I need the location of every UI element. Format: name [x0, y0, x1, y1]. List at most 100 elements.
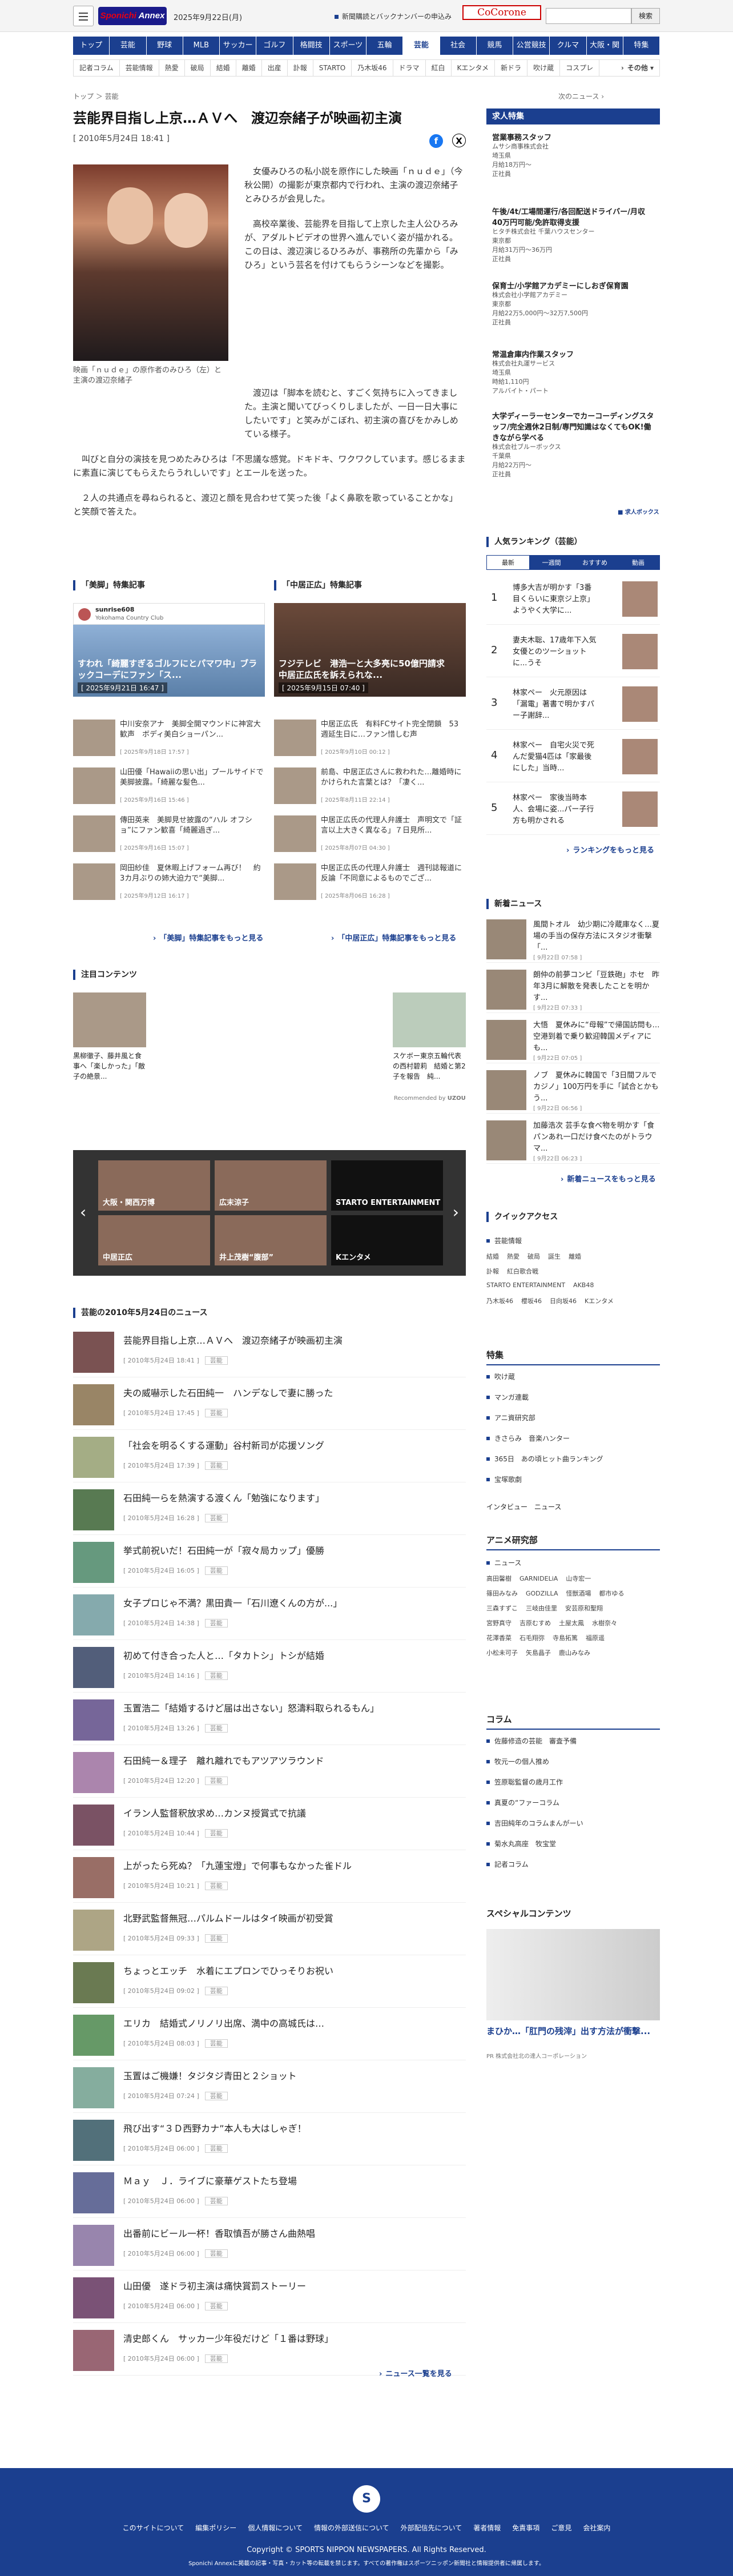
footer-logo[interactable]: S — [353, 2485, 380, 2513]
subnav-item[interactable]: 記者コラム — [74, 60, 120, 76]
facebook-icon[interactable]: f — [429, 134, 443, 148]
tag-link[interactable]: GARNIDELiA — [519, 1575, 558, 1582]
news-tag[interactable]: 芸能 — [204, 1987, 228, 1995]
ranking-item[interactable]: 5 林家ペー 家後当時本人、会場に姿...パー子行方も明かされる — [486, 787, 660, 835]
news-tag[interactable]: 芸能 — [204, 2302, 228, 2310]
news-row[interactable]: 出番前にビール一杯！香取慎吾が勝さん曲熱唱 [ 2010年5月24日 06:00 … — [73, 2218, 466, 2270]
tag-link[interactable]: 結婚 — [486, 1252, 499, 1261]
new-news-more-link[interactable]: 新着ニュースをもっと見る — [561, 1173, 655, 1184]
subnav-item[interactable]: STARTO — [313, 60, 352, 76]
news-tag[interactable]: 芸能 — [204, 1461, 228, 1470]
search-input[interactable] — [546, 8, 631, 24]
feature-more-link[interactable]: 「中居正広」特集記事をもっと見る — [331, 932, 456, 943]
footer-link[interactable]: ご意見 — [551, 2524, 571, 2532]
feature-item[interactable]: 中居正広氏の代理人弁護士 週刊誌報道に反論「不同意によるものでござ... [ 20… — [274, 863, 466, 900]
news-row[interactable]: 石田純一＆理子 離れ離れでもアツアツラウンド [ 2010年5月24日 12:20… — [73, 1745, 466, 1798]
ranking-tab[interactable]: おすすめ — [573, 555, 617, 570]
news-tag[interactable]: 芸能 — [204, 1409, 228, 1417]
tag-link[interactable]: 訃報 — [486, 1267, 499, 1276]
news-row[interactable]: 玉置はご機嫌！タジタジ青田と２ショット [ 2010年5月24日 07:24 ] 芸… — [73, 2060, 466, 2113]
subnav-item[interactable]: 吹け蔵 — [527, 60, 561, 76]
tag-link[interactable]: 小松未可子 — [486, 1648, 518, 1657]
subnav-item[interactable]: 訃報 — [288, 60, 313, 76]
attention-image[interactable] — [393, 992, 466, 1047]
feature-link[interactable]: 宝塚歌劇 — [486, 1474, 522, 1484]
tag-link[interactable]: 離婚 — [569, 1252, 581, 1261]
nav-item[interactable]: トップ — [73, 37, 110, 55]
ranking-item[interactable]: 3 林家ペー 火元原因は「漏電」著書で明かすパー子謝辞... — [486, 682, 660, 730]
tag-link[interactable]: 山寺宏一 — [566, 1574, 591, 1583]
feature-link[interactable]: 365日 あの頃ヒット曲ランキング — [486, 1454, 603, 1464]
subnav-item[interactable]: 出産 — [262, 60, 288, 76]
nav-item[interactable]: MLB — [183, 37, 220, 55]
job-item[interactable]: 大学ディーラーセンターでカーコーディングスタッフ/完全週休2日制/専門知識はなく… — [492, 410, 654, 479]
job-item[interactable]: 常温倉庫内作業スタッフ 株式会社丸運サービス 埼玉県 時給1,110円 アルバイト・パー… — [492, 348, 654, 396]
job-item[interactable]: 午後/4t/工場間運行/各回配送ドライバー/月収40万円可能/免許取得支援 ヒタチ… — [492, 206, 654, 264]
nav-item[interactable]: 芸能 — [403, 37, 440, 55]
nav-item[interactable]: 大阪・関西 — [587, 37, 623, 68]
new-news-item[interactable]: 大悟 夏休みに“母報”で帰国訪問も…空港到着で乗り歓迎韓国メディアにも... [ … — [486, 1015, 660, 1063]
news-row[interactable]: 初めて付き合った人と…「タカトシ」トシが結婚 [ 2010年5月24日 14:16… — [73, 1640, 466, 1693]
tag-link[interactable]: 水樹奈々 — [592, 1618, 617, 1627]
tag-link[interactable]: 都市ゆる — [599, 1589, 624, 1598]
news-tag[interactable]: 芸能 — [204, 1934, 228, 1943]
chevron-left-icon[interactable]: ‹ — [80, 1203, 86, 1221]
news-tag[interactable]: 芸能 — [204, 1514, 228, 1522]
footer-link[interactable]: 免責事項 — [512, 2524, 539, 2532]
ranking-tab[interactable]: 最新 — [486, 555, 530, 570]
jobs-logo[interactable]: ■ 求人ボックス — [618, 507, 659, 516]
carousel-item[interactable]: 広末涼子 — [215, 1160, 327, 1211]
subnav-item[interactable]: 紅白 — [426, 60, 452, 76]
feature-item[interactable]: 前島、中居正広さんに救われた…離婚時にかけられた言葉とは？「凄く... [ 202… — [274, 767, 466, 804]
footer-link[interactable]: 情報の外部送信について — [314, 2524, 389, 2532]
feature-link[interactable]: きさらみ 音楽ハンター — [486, 1433, 570, 1443]
column-link[interactable]: 真夏の“ファーコラム — [486, 1798, 559, 1807]
tag-link[interactable]: 福原遥 — [586, 1633, 605, 1642]
feature-more-link[interactable]: 「美脚」特集記事をもっと見る — [153, 932, 263, 943]
x-icon[interactable]: X — [452, 134, 466, 147]
subnav-more[interactable]: その他 ▾ — [615, 60, 659, 76]
tag-link[interactable]: 石毛翔弥 — [519, 1633, 545, 1642]
tag-link[interactable]: 櫻坂46 — [521, 1296, 542, 1305]
nav-item[interactable]: 芸能 — [110, 37, 147, 55]
job-item[interactable]: 保育士/小学館アカデミーにしおぎ保育園 株式会社小学館アカデミー 東京都 月給22万5… — [492, 280, 654, 327]
news-row[interactable]: Ｍａｙ Ｊ．ライブに豪華ゲストたち登場 [ 2010年5月24日 06:00 ] 芸… — [73, 2165, 466, 2218]
attention-caption[interactable]: スケボー東京五輪代表の西村碧莉 結婚と第2子を報告 純... — [393, 1051, 466, 1082]
tag-link[interactable]: 三岐由佳里 — [526, 1604, 557, 1613]
ranking-tab[interactable]: 一週間 — [530, 555, 573, 570]
feature-link[interactable]: マンガ連載 — [486, 1392, 529, 1402]
new-news-item[interactable]: 風間トオル 幼少期に冷蔵庫なく…夏場の手当の保存方法にスタジオ衝撃「... [ 9… — [486, 915, 660, 963]
news-tag[interactable]: 芸能 — [204, 1566, 228, 1575]
feature-item[interactable]: 傳田英来 美脚見せ披露の“ハル オフショ”にファン歓喜「綺麗過ぎ... [ 202… — [73, 815, 265, 852]
tag-link[interactable]: 誕生 — [548, 1252, 561, 1261]
subnav-item[interactable]: 熱愛 — [159, 60, 185, 76]
tag-link[interactable]: AKB48 — [573, 1281, 594, 1289]
new-news-item[interactable]: 加藤浩次 芸手な食べ物を明かす「食パンあれ一口だけ食べたのがトラウマ... [ 9… — [486, 1116, 660, 1164]
subnav-item[interactable]: 破局 — [185, 60, 211, 76]
nav-item[interactable]: スポーツ — [330, 37, 366, 55]
nav-item[interactable]: 特集 — [623, 37, 660, 55]
tag-link[interactable]: 矢島晶子 — [526, 1648, 551, 1657]
tag-link[interactable]: 宮野真守 — [486, 1618, 512, 1627]
news-tag[interactable]: 芸能 — [204, 1829, 228, 1838]
feature-item[interactable]: 中川安奈アナ 美脚全開マウンドに神宮大歓声 ボディ美白ショーパン... [ 202… — [73, 720, 265, 756]
news-tag[interactable]: 芸能 — [204, 1724, 228, 1733]
news-tag[interactable]: 芸能 — [204, 2354, 228, 2363]
ranking-item[interactable]: 1 博多大吉が明かす「3番目くらいに東京ジ上京」ようやく大学に... — [486, 577, 660, 625]
tag-link[interactable]: GODZILLA — [526, 1590, 558, 1597]
tag-link[interactable]: 花澤香菜 — [486, 1633, 512, 1642]
nav-item[interactable]: 社会 — [440, 37, 477, 55]
news-row[interactable]: 夫の威嚇示した石田純一 ハンデなしで妻に勝った [ 2010年5月24日 17:4… — [73, 1377, 466, 1430]
subnav-item[interactable]: ドラマ — [393, 60, 426, 76]
subnav-item[interactable]: 結婚 — [211, 60, 236, 76]
column-link[interactable]: 笠原聡監督の歳月工作 — [486, 1777, 563, 1787]
news-more-link[interactable]: ニュース一覧を見る — [379, 2368, 452, 2378]
news-row[interactable]: 芸能界目指し上京…ＡＶへ 渡辺奈緒子が映画初主演 [ 2010年5月24日 18:… — [73, 1325, 466, 1377]
carousel-item[interactable]: 井上茂樹“腹部” — [215, 1215, 327, 1265]
news-tag[interactable]: 芸能 — [204, 1882, 228, 1890]
news-tag[interactable]: 芸能 — [204, 2197, 228, 2205]
new-news-item[interactable]: ノブ 夏休みに韓国で「3日間フルでカジノ」100万円を手に「試合とかもう... [… — [486, 1066, 660, 1114]
tag-link[interactable]: 篠田みなみ — [486, 1589, 518, 1598]
feature-image[interactable]: フジテレビ 港浩一と大多亮に50億円請求 中居正広氏を訴えられな... [ 20… — [274, 603, 466, 697]
feature-tail[interactable]: インタビュー ニュース — [486, 1502, 561, 1512]
